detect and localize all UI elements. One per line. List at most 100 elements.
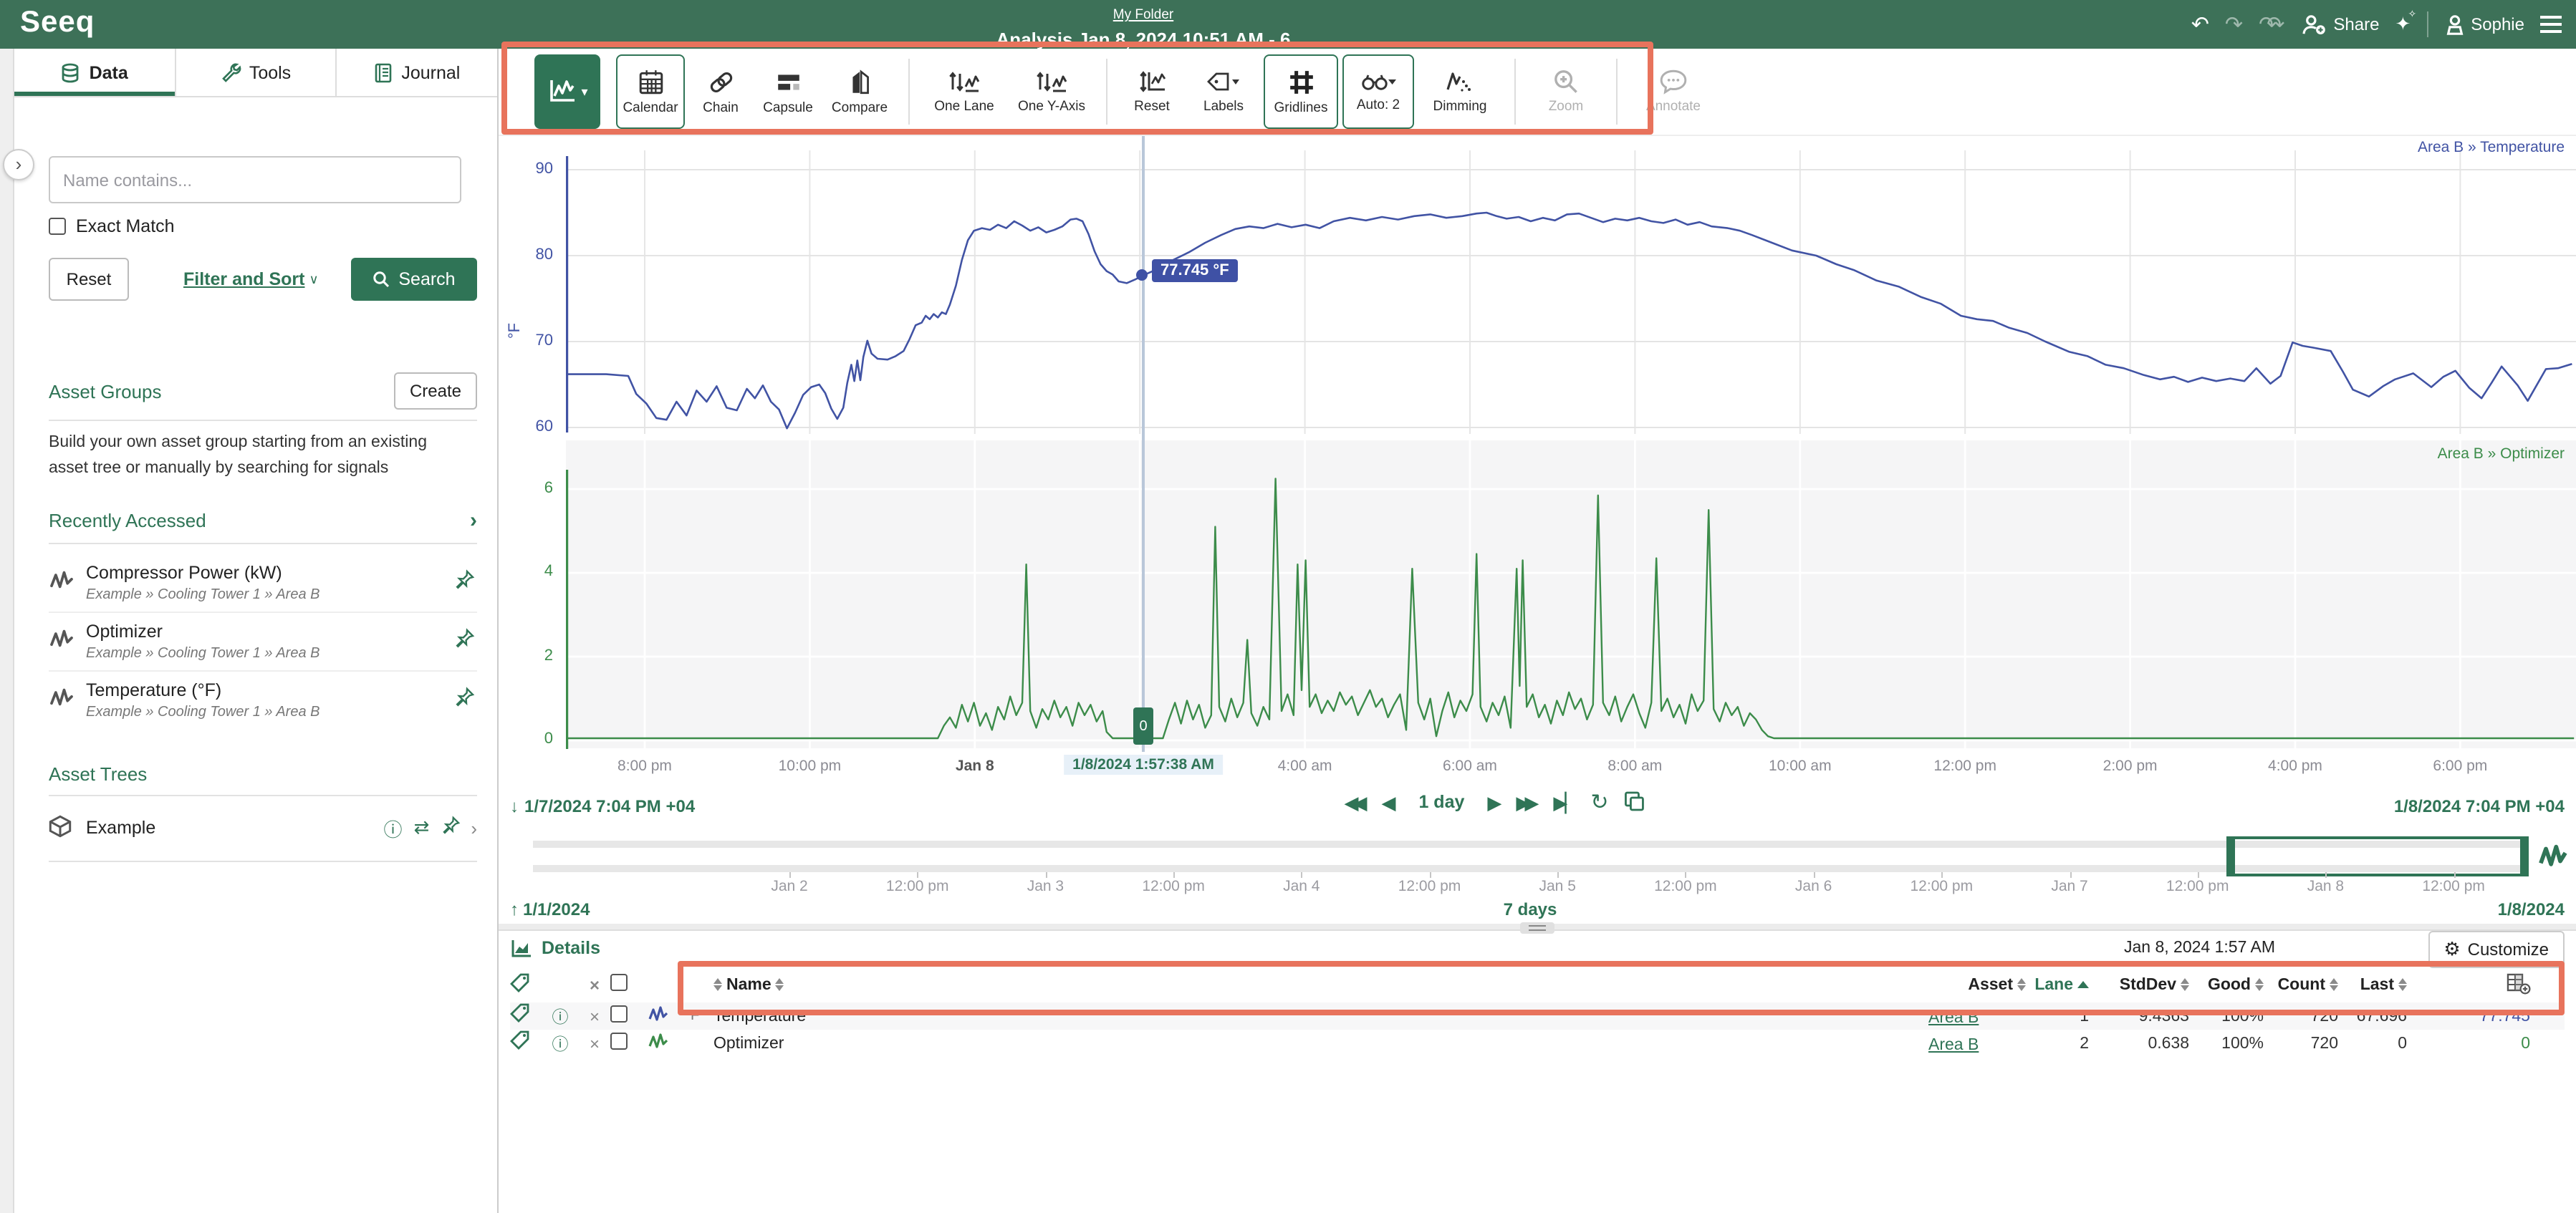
column-header-stddev[interactable]: StdDev — [2089, 976, 2189, 993]
x-tick-label: Jan 8 — [956, 758, 994, 775]
auto-update-button[interactable]: Auto: 2 — [1342, 54, 1414, 129]
timeline-tick — [1430, 872, 1431, 878]
share-button[interactable]: Share — [2300, 14, 2379, 35]
column-header-last[interactable]: Last — [2338, 976, 2407, 993]
step-to-end-icon[interactable]: ▶▏ — [1553, 793, 1576, 812]
column-header-good[interactable]: Good — [2189, 976, 2264, 993]
asset-link[interactable]: Area B — [1928, 1036, 1979, 1053]
step-back-double-icon[interactable]: ◀◀ — [1344, 793, 1361, 812]
remove-icon[interactable]: × — [579, 1006, 610, 1026]
sidebar-collapse-button[interactable]: › — [3, 149, 34, 180]
timeline-end[interactable]: 1/8/2024 — [2498, 899, 2565, 919]
timeline-tick — [1173, 872, 1175, 878]
one-lane-button[interactable]: One Lane — [923, 54, 1006, 129]
view-mode-dropdown[interactable]: ▾ — [534, 54, 600, 129]
timeline-tick — [1302, 872, 1303, 878]
breadcrumb[interactable]: My Folder — [1113, 7, 1173, 23]
table-row-temperature[interactable]: ⓘ × °F Temperature Area B 1 9.4363 100% … — [510, 1002, 2565, 1030]
pin-icon[interactable] — [454, 570, 477, 594]
list-item-optimizer[interactable]: OptimizerExample » Cooling Tower 1 » Are… — [49, 611, 477, 670]
trend-plot[interactable] — [566, 136, 2576, 752]
panel-resize-handle[interactable] — [1520, 922, 1554, 934]
dimming-button[interactable]: Dimming — [1418, 54, 1501, 129]
tag-icon[interactable] — [510, 1002, 542, 1030]
undo-icon[interactable]: ↶ — [2191, 14, 2209, 35]
swap-icon[interactable]: ⇄ — [414, 816, 430, 839]
asset-groups-description: Build your own asset group starting from… — [49, 431, 477, 482]
pin-icon[interactable] — [454, 629, 477, 653]
chain-button[interactable]: Chain — [689, 54, 752, 129]
recently-accessed-expand-icon[interactable]: › — [470, 508, 477, 532]
info-icon[interactable]: ⓘ — [383, 814, 402, 841]
temperature-lane-label[interactable]: Area B » Temperature — [2418, 139, 2565, 156]
filter-and-sort-link[interactable]: Filter and Sort∨ — [183, 269, 319, 289]
timeline-selected-window[interactable] — [2226, 836, 2529, 876]
ai-assistant-icon[interactable]: ✦✧ — [2395, 15, 2411, 34]
chevron-right-icon[interactable]: › — [471, 817, 477, 839]
refresh-icon[interactable]: ↻ — [1590, 792, 1608, 813]
remove-all-icon[interactable]: × — [579, 975, 610, 995]
timeline-start[interactable]: ↑1/1/2024 — [510, 899, 590, 919]
row-checkbox[interactable] — [610, 1032, 628, 1049]
info-icon[interactable]: ⓘ — [542, 1005, 579, 1028]
timeline-tick — [1557, 872, 1559, 878]
search-input[interactable] — [49, 156, 461, 203]
range-start[interactable]: ↓1/7/2024 7:04 PM +04 — [510, 796, 695, 816]
copy-range-icon[interactable] — [1623, 791, 1645, 815]
sort-icon[interactable] — [713, 978, 722, 992]
column-header-count[interactable]: Count — [2264, 976, 2338, 993]
hamburger-menu-icon[interactable] — [2540, 16, 2562, 33]
step-forward-icon[interactable]: ▶ — [1487, 793, 1501, 812]
column-header-lane[interactable]: Lane — [2026, 976, 2089, 993]
column-header-asset[interactable]: Asset — [1926, 976, 2026, 993]
select-all-checkbox[interactable] — [610, 974, 628, 991]
asset-groups-title: Asset Groups — [49, 380, 162, 402]
tab-data[interactable]: Data — [14, 49, 176, 96]
row-checkbox[interactable] — [610, 1005, 628, 1022]
timeline-signal-toggle-icon[interactable] — [2539, 842, 2567, 875]
gridlines-icon — [1287, 68, 1315, 95]
remove-icon[interactable]: × — [579, 1033, 610, 1053]
user-menu[interactable]: Sophie — [2443, 14, 2524, 35]
gridlines-button[interactable]: Gridlines — [1264, 54, 1338, 129]
range-end[interactable]: 1/8/2024 7:04 PM +04 — [2394, 796, 2565, 816]
pin-icon[interactable] — [441, 816, 459, 839]
asset-link[interactable]: Area B — [1928, 1009, 1979, 1026]
reset-button[interactable]: Reset — [49, 258, 129, 301]
exact-match-checkbox[interactable] — [49, 218, 66, 235]
create-asset-group-button[interactable]: Create — [394, 372, 477, 410]
one-y-axis-button[interactable]: One Y-Axis — [1010, 54, 1093, 129]
tab-tools[interactable]: Tools — [176, 49, 337, 96]
column-header-name[interactable]: Name — [713, 976, 1863, 993]
tab-journal[interactable]: Journal — [337, 49, 497, 96]
search-button[interactable]: Search — [351, 258, 477, 301]
zoom-button[interactable]: Zoom — [1529, 54, 1603, 129]
labels-button[interactable]: Labels — [1188, 54, 1259, 129]
list-item-temperature[interactable]: Temperature (°F)Example » Cooling Tower … — [49, 670, 477, 728]
reset-zoom-button[interactable]: Reset — [1120, 54, 1183, 129]
capsule-button[interactable]: Capsule — [756, 54, 820, 129]
selection-right-handle[interactable] — [2520, 836, 2527, 876]
tag-icon[interactable] — [510, 1030, 542, 1057]
selection-left-handle[interactable] — [2228, 836, 2235, 876]
timeline-duration[interactable]: 7 days — [1504, 899, 1557, 919]
redo-icon[interactable]: ↷ — [2225, 14, 2243, 35]
range-duration-label[interactable]: 1 day — [1418, 794, 1464, 812]
customize-button[interactable]: ⚙ Customize — [2428, 931, 2565, 968]
list-item-compressor-power[interactable]: Compressor Power (kW)Example » Cooling T… — [49, 554, 477, 611]
step-forward-double-icon[interactable]: ▶▶ — [1516, 793, 1533, 812]
sort-icon[interactable] — [776, 978, 784, 992]
x-tick-label: 2:00 pm — [2103, 758, 2158, 775]
annotate-button[interactable]: Annotate — [1630, 54, 1716, 129]
list-item-example-tree[interactable]: Example ⓘ ⇄ › — [49, 806, 477, 850]
add-column-icon[interactable] — [2506, 972, 2530, 997]
step-back-icon[interactable]: ◀ — [1381, 793, 1395, 812]
compare-button[interactable]: Compare — [824, 54, 895, 129]
calendar-button[interactable]: Calendar — [616, 54, 685, 129]
optimizer-lane-label[interactable]: Area B » Optimizer — [2438, 445, 2565, 463]
forward-history-icon[interactable]: ↷↷ — [2259, 14, 2284, 35]
table-row-optimizer[interactable]: ⓘ × Optimizer Area B 2 0.638 100% 720 0 … — [510, 1030, 2565, 1057]
tag-icon[interactable] — [510, 972, 542, 997]
info-icon[interactable]: ⓘ — [542, 1032, 579, 1055]
pin-icon[interactable] — [454, 687, 477, 712]
